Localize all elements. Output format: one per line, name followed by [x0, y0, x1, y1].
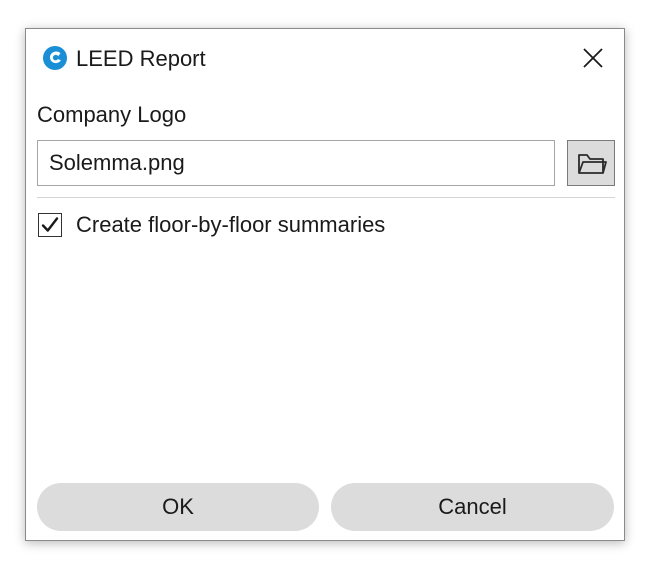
checkmark-icon	[41, 217, 59, 232]
close-icon[interactable]	[578, 43, 608, 73]
close-button[interactable]	[578, 43, 608, 73]
ok-button[interactable]: OK	[37, 483, 319, 531]
folder-icon	[578, 154, 607, 174]
browse-button[interactable]	[567, 140, 615, 186]
divider	[37, 197, 615, 198]
leed-report-dialog: LEED Report Company Logo Solemma.png Cre…	[25, 28, 625, 541]
cancel-button[interactable]: Cancel	[331, 483, 614, 531]
floor-summaries-label[interactable]: Create floor-by-floor summaries	[76, 212, 385, 238]
company-logo-field[interactable]: Solemma.png	[37, 140, 555, 186]
window-title: LEED Report	[76, 46, 206, 71]
solemma-logo-icon	[42, 45, 68, 71]
floor-summaries-checkbox[interactable]	[38, 213, 62, 237]
company-logo-label: Company Logo	[37, 102, 187, 127]
title-bar: LEED Report	[26, 29, 624, 89]
